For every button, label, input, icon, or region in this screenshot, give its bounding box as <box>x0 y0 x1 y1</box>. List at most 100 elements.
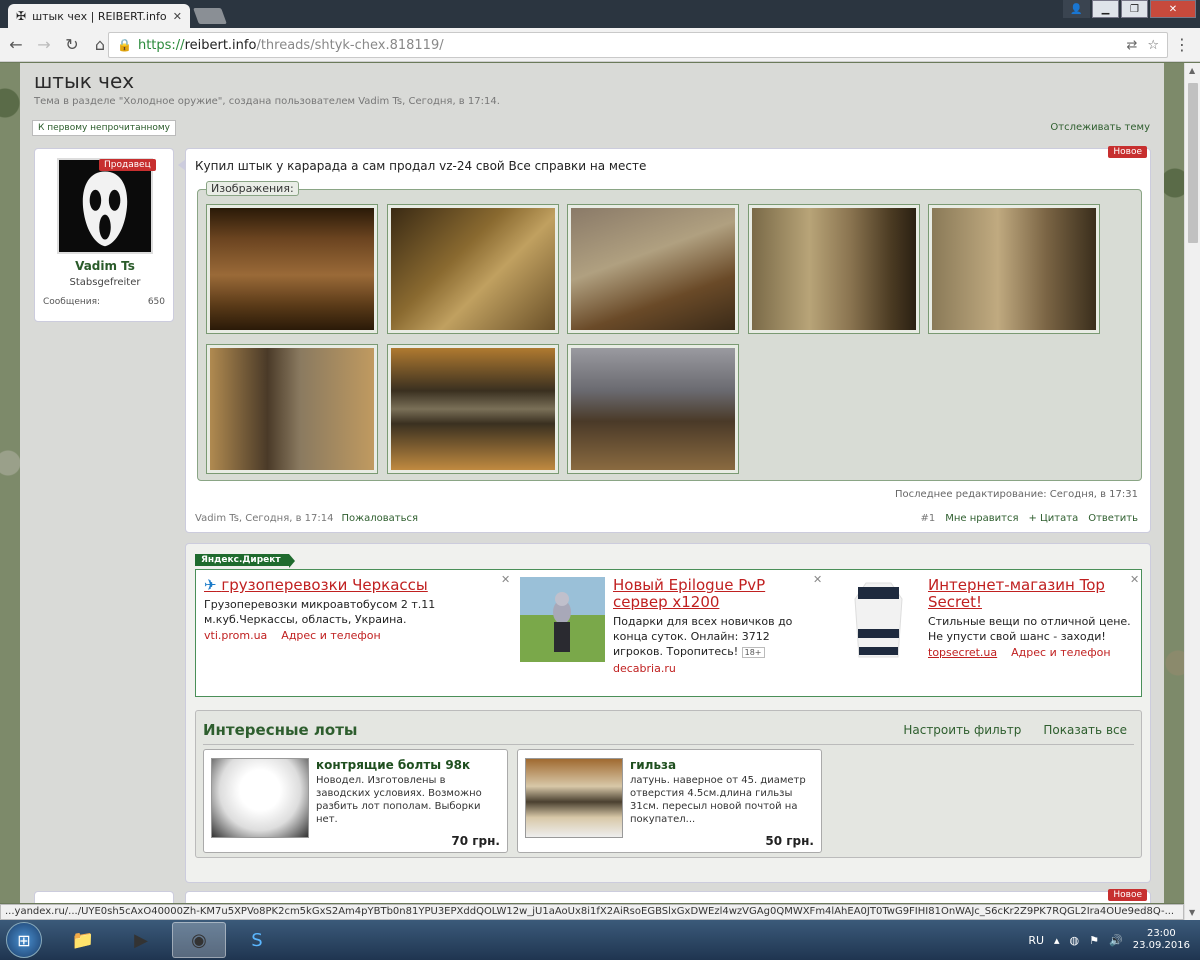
browser-tab[interactable]: ✠ штык чех | REIBERT.info ✕ <box>8 4 190 28</box>
lot-name[interactable]: гильза <box>630 758 676 772</box>
image-thumbnail[interactable] <box>748 204 920 334</box>
scroll-up-icon[interactable]: ▲ <box>1189 66 1195 75</box>
interesting-lots: Интересные лоты Настроить фильтр Показат… <box>195 710 1142 858</box>
ad-image-game[interactable] <box>520 577 605 662</box>
lot-image[interactable] <box>211 758 309 838</box>
site-favicon-icon: ✠ <box>16 9 27 23</box>
volume-icon[interactable]: 🔊 <box>1109 934 1123 947</box>
show-all-link[interactable]: Показать все <box>1043 723 1127 737</box>
photo-bayonet-desk <box>391 208 555 330</box>
web-page: штык чех Тема в разделе "Холодное оружие… <box>0 63 1184 903</box>
lot-price: 70 грн. <box>451 834 500 848</box>
report-link[interactable]: Пожаловаться <box>341 513 418 524</box>
chrome-taskbar-icon[interactable]: ◉ <box>172 922 226 958</box>
image-thumbnail[interactable] <box>567 344 739 474</box>
skype-taskbar-icon[interactable]: S <box>230 922 284 958</box>
lot-card[interactable]: гильза латунь. наверное от 45. диаметр о… <box>517 749 822 853</box>
network-icon[interactable]: ◍ <box>1070 934 1080 947</box>
back-button[interactable]: ← <box>4 33 28 57</box>
ad-contact-link[interactable]: Адрес и телефон <box>1011 646 1110 659</box>
profile-icon[interactable]: 👤 <box>1063 0 1090 18</box>
lot-description: Новодел. Изготовлены в заводских условия… <box>316 775 482 825</box>
yandex-direct-box: ✈ грузоперевозки Черкассы Грузоперевозки… <box>195 569 1142 697</box>
ad-domain[interactable]: topsecret.ua <box>928 646 997 659</box>
image-thumbnail[interactable] <box>206 204 378 334</box>
scream-mask-avatar <box>59 160 151 252</box>
ad-item[interactable]: Новый Epilogue PvP сервер x1200 Подарки … <box>613 573 822 675</box>
media-player-taskbar-icon[interactable]: ▶ <box>114 922 168 958</box>
game-character-image <box>520 577 605 662</box>
arrow-up-icon[interactable]: ▴ <box>1054 934 1060 947</box>
ad-contact-link[interactable]: Адрес и телефон <box>281 629 380 642</box>
scroll-down-icon[interactable]: ▼ <box>1189 908 1195 917</box>
attached-images: Изображения: <box>197 181 1142 481</box>
image-thumbnail[interactable] <box>387 344 559 474</box>
ad-item[interactable]: Интернет-магазин Top Secret! Стильные ве… <box>928 573 1139 659</box>
ad-title[interactable]: Интернет-магазин Top Secret! <box>928 577 1136 611</box>
lot-image[interactable] <box>525 758 623 838</box>
tab-close-icon[interactable]: ✕ <box>173 10 182 23</box>
post-number[interactable]: #1 <box>920 513 935 524</box>
image-thumbnail[interactable] <box>206 344 378 474</box>
images-label: Изображения: <box>206 181 299 196</box>
bookmark-star-icon[interactable]: ☆ <box>1147 38 1159 53</box>
forward-button[interactable]: → <box>32 33 56 57</box>
close-window-button[interactable]: ✕ <box>1150 0 1196 18</box>
ad-domain[interactable]: decabria.ru <box>613 662 676 675</box>
scrollbar-thumb[interactable] <box>1188 83 1198 243</box>
windows-taskbar: ⊞ 📁 ▶ ◉ S RU ▴ ◍ ⚑ 🔊 23:00 23.09.2016 <box>0 920 1200 960</box>
ad-image-dress[interactable] <box>836 577 921 662</box>
post: Новое Купил штык у карарада а сам продал… <box>178 146 1151 533</box>
image-thumbnail[interactable] <box>567 204 739 334</box>
ad-title[interactable]: грузоперевозки Черкассы <box>221 576 427 594</box>
image-thumbnail[interactable] <box>928 204 1100 334</box>
translate-icon[interactable]: ⇄ <box>1126 38 1137 53</box>
new-tab-button[interactable] <box>193 8 227 24</box>
photo-wooden-handle <box>210 208 374 330</box>
ad-section: Яндекс.Директ ✈ грузоперевозки Черкассы … <box>185 543 1151 883</box>
first-unread-button[interactable]: К первому непрочитанному <box>32 120 177 136</box>
ad-title[interactable]: Новый Epilogue PvP сервер x1200 <box>613 577 818 611</box>
window-controls: 👤 ▁ ❐ ✕ <box>1063 0 1196 18</box>
url-host: reibert.info <box>184 37 257 53</box>
clock[interactable]: 23:00 23.09.2016 <box>1133 928 1190 952</box>
ad-close-icon[interactable]: ✕ <box>1130 573 1139 586</box>
like-link[interactable]: Мне нравится <box>945 513 1018 524</box>
url-scheme: https:// <box>137 37 185 53</box>
system-tray: RU ▴ ◍ ⚑ 🔊 23:00 23.09.2016 <box>1028 928 1190 952</box>
clock-date: 23.09.2016 <box>1132 940 1190 951</box>
ad-close-icon[interactable]: ✕ <box>813 573 822 586</box>
photo-blade-edge <box>391 348 555 470</box>
edited-note: Последнее редактирование: Сегодня, в 17:… <box>895 489 1138 500</box>
maximize-button[interactable]: ❐ <box>1121 0 1148 18</box>
flag-icon[interactable]: ⚑ <box>1089 934 1099 947</box>
filter-settings-link[interactable]: Настроить фильтр <box>903 723 1021 737</box>
lots-title: Интересные лоты <box>203 721 358 739</box>
lot-name[interactable]: контрящие болты 98к <box>316 758 470 772</box>
minimize-button[interactable]: ▁ <box>1092 0 1119 18</box>
page-scrollbar[interactable]: ▲ ▼ <box>1184 63 1200 920</box>
clock-time: 23:00 <box>1146 928 1176 939</box>
username-link[interactable]: Vadim Ts <box>35 259 175 273</box>
ad-domain[interactable]: vti.prom.ua <box>204 629 267 642</box>
content-area: штык чех Тема в разделе "Холодное оружие… <box>20 63 1164 903</box>
quote-link[interactable]: + Цитата <box>1028 513 1078 524</box>
ad-item[interactable]: ✈ грузоперевозки Черкассы Грузоперевозки… <box>204 573 510 642</box>
watch-thread-link[interactable]: Отслеживать тему <box>1050 122 1150 133</box>
lot-card[interactable]: контрящие болты 98к Новодел. Изготовлены… <box>203 749 508 853</box>
ad-close-icon[interactable]: ✕ <box>501 573 510 586</box>
address-bar[interactable]: 🔒 https://reibert.info/threads/shtyk-che… <box>108 32 1168 58</box>
reply-link[interactable]: Ответить <box>1088 513 1138 524</box>
user-rank: Stabsgefreiter <box>69 277 141 288</box>
file-explorer-taskbar-icon[interactable]: 📁 <box>56 922 110 958</box>
browser-menu-icon[interactable]: ⋮ <box>1174 35 1190 54</box>
image-thumbnail[interactable] <box>387 204 559 334</box>
reload-button[interactable]: ↻ <box>60 33 84 57</box>
start-button[interactable]: ⊞ <box>6 922 42 958</box>
post-author-time[interactable]: Vadim Ts, Сегодня, в 17:14 <box>195 513 333 524</box>
yandex-direct-label[interactable]: Яндекс.Директ <box>195 554 295 568</box>
messages-label: Сообщения: <box>43 297 101 307</box>
ad-body: Грузоперевозки микроавтобусом 2 т.11 м.к… <box>204 598 436 626</box>
avatar[interactable] <box>57 158 153 254</box>
language-indicator[interactable]: RU <box>1028 934 1044 947</box>
